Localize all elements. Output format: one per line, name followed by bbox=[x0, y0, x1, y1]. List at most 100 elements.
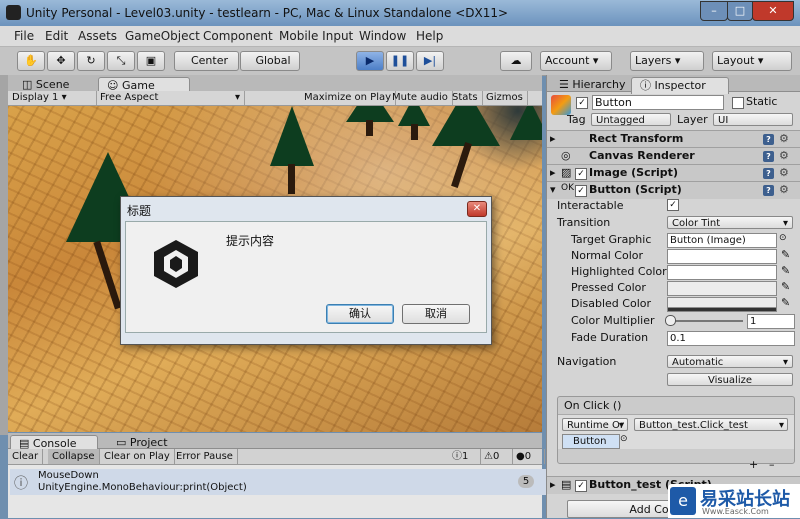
rect-tool-icon[interactable]: ▣ bbox=[137, 51, 165, 71]
tag-dropdown[interactable]: Untagged bbox=[591, 113, 671, 126]
button-enabled-checkbox[interactable]: ✓ bbox=[575, 185, 587, 197]
canvas-renderer-header[interactable]: ◎ Canvas Renderer ? ⚙ bbox=[547, 147, 800, 165]
rect-transform-header[interactable]: ▸ Rect Transform ? ⚙ bbox=[547, 130, 800, 148]
close-button[interactable]: ✕ bbox=[752, 1, 794, 21]
error-pause-toggle[interactable]: Error Pause bbox=[172, 449, 238, 464]
tag-label: Tag bbox=[567, 113, 586, 126]
maximize-on-play-toggle[interactable]: Maximize on Play bbox=[300, 91, 397, 105]
layers-dropdown[interactable]: Layers ▾ bbox=[630, 51, 704, 71]
color-multiplier-field[interactable]: 1 bbox=[747, 314, 795, 329]
step-button-icon[interactable]: ▶| bbox=[416, 51, 444, 71]
scene-game-tabbar: ◫ Scene ☺ Game bbox=[8, 75, 542, 94]
log-message: MouseDown bbox=[38, 470, 99, 481]
help-icon[interactable]: ? bbox=[763, 151, 774, 162]
error-icon: ● bbox=[516, 451, 525, 462]
object-picker-icon[interactable]: ⊙ bbox=[620, 434, 628, 444]
navigation-value: Automatic bbox=[672, 357, 724, 368]
menu-file[interactable]: File bbox=[14, 29, 34, 43]
button-script-header[interactable]: ▾ OK ✓ Button (Script) ? ⚙ bbox=[547, 181, 800, 199]
gear-icon[interactable]: ⚙ bbox=[779, 149, 789, 162]
cloud-icon[interactable]: ☁ bbox=[500, 51, 532, 71]
navigation-label: Navigation bbox=[557, 355, 617, 368]
global-local-toggle[interactable]: Global bbox=[240, 51, 300, 71]
error-filter-toggle[interactable]: ●0 bbox=[512, 449, 545, 464]
color-multiplier-slider-track[interactable] bbox=[669, 320, 743, 322]
target-graphic-field[interactable]: Button (Image) bbox=[667, 233, 777, 248]
tab-project-label: Project bbox=[129, 436, 168, 449]
menu-edit[interactable]: Edit bbox=[45, 29, 68, 43]
navigation-dropdown[interactable]: Automatic ▾ bbox=[667, 355, 793, 368]
visualize-button[interactable]: Visualize bbox=[667, 373, 793, 386]
menu-gameobject[interactable]: GameObject bbox=[125, 29, 200, 43]
button-test-enabled-checkbox[interactable]: ✓ bbox=[575, 480, 587, 492]
static-label: Static bbox=[746, 95, 778, 108]
eyedropper-icon[interactable]: ✎ bbox=[781, 248, 790, 261]
aspect-dropdown[interactable]: Free Aspect ▾ bbox=[96, 91, 245, 105]
highlighted-color-swatch[interactable] bbox=[667, 265, 777, 280]
target-graphic-label: Target Graphic bbox=[571, 233, 652, 246]
log-entry[interactable]: ⓘ MouseDown UnityEngine.MonoBehaviour:pr… bbox=[10, 469, 546, 495]
object-picker-icon[interactable]: ⊙ bbox=[779, 233, 787, 243]
color-multiplier-slider-handle[interactable] bbox=[665, 315, 676, 326]
collapse-toggle[interactable]: Collapse bbox=[48, 449, 100, 464]
add-event-button[interactable]: + bbox=[749, 458, 758, 471]
move-tool-icon[interactable]: ✥ bbox=[47, 51, 75, 71]
cancel-button[interactable]: 取消 bbox=[402, 304, 470, 324]
disabled-color-swatch[interactable] bbox=[667, 297, 777, 312]
confirm-button[interactable]: 确认 bbox=[326, 304, 394, 324]
pause-button-icon[interactable]: ❚❚ bbox=[386, 51, 414, 71]
warning-filter-toggle[interactable]: ⚠0 bbox=[480, 449, 513, 464]
clear-on-play-toggle[interactable]: Clear on Play bbox=[100, 449, 175, 464]
gear-icon[interactable]: ⚙ bbox=[779, 166, 789, 179]
onclick-target-object[interactable]: Button bbox=[562, 434, 620, 449]
stats-toggle[interactable]: Stats bbox=[448, 91, 483, 105]
active-checkbox[interactable]: ✓ bbox=[576, 97, 588, 109]
layer-dropdown[interactable]: UI bbox=[713, 113, 793, 126]
transition-dropdown[interactable]: Color Tint ▾ bbox=[667, 216, 793, 229]
menu-component[interactable]: Component bbox=[203, 29, 273, 43]
gear-icon[interactable]: ⚙ bbox=[779, 132, 789, 145]
account-dropdown[interactable]: Account ▾ bbox=[540, 51, 612, 71]
pivot-center-toggle[interactable]: Center bbox=[174, 51, 239, 71]
help-icon[interactable]: ? bbox=[763, 168, 774, 179]
mute-audio-toggle[interactable]: Mute audio bbox=[388, 91, 453, 105]
method-dropdown[interactable]: Button_test.Click_test ▾ bbox=[634, 418, 788, 431]
static-checkbox[interactable] bbox=[732, 97, 744, 109]
menu-mobile-input[interactable]: Mobile Input bbox=[279, 29, 353, 43]
play-button-icon[interactable]: ▶ bbox=[356, 51, 384, 71]
help-icon[interactable]: ? bbox=[763, 185, 774, 196]
tab-inspector[interactable]: ⓘ Inspector bbox=[631, 77, 729, 94]
gear-icon[interactable]: ⚙ bbox=[779, 183, 789, 196]
runtime-dropdown[interactable]: Runtime Or ▾ bbox=[562, 418, 628, 431]
scale-tool-icon[interactable]: ⤡ bbox=[107, 51, 135, 71]
eyedropper-icon[interactable]: ✎ bbox=[781, 264, 790, 277]
menu-assets[interactable]: Assets bbox=[78, 29, 117, 43]
display-dropdown[interactable]: Display 1 ▾ bbox=[8, 91, 97, 105]
remove-event-button[interactable]: – bbox=[769, 458, 775, 471]
menu-help[interactable]: Help bbox=[416, 29, 443, 43]
minimize-button[interactable]: – bbox=[700, 1, 728, 21]
image-script-header[interactable]: ▸ ▨ ✓ Image (Script) ? ⚙ bbox=[547, 164, 800, 182]
eyedropper-icon[interactable]: ✎ bbox=[781, 296, 790, 309]
tab-hierarchy[interactable]: ☰ Hierarchy bbox=[551, 77, 634, 93]
layout-dropdown[interactable]: Layout ▾ bbox=[712, 51, 792, 71]
eyedropper-icon[interactable]: ✎ bbox=[781, 280, 790, 293]
pressed-color-swatch[interactable] bbox=[667, 281, 777, 296]
maximize-button[interactable]: □ bbox=[727, 1, 753, 21]
clear-button[interactable]: Clear bbox=[8, 449, 44, 464]
interactable-checkbox[interactable]: ✓ bbox=[667, 199, 679, 211]
help-icon[interactable]: ? bbox=[763, 134, 774, 145]
menu-bar: File Edit Assets GameObject Component Mo… bbox=[0, 26, 800, 47]
menu-window[interactable]: Window bbox=[359, 29, 406, 43]
object-name-field[interactable]: Button bbox=[592, 95, 724, 110]
expand-arrow-icon: ▸ bbox=[550, 478, 556, 491]
hand-tool-icon[interactable]: ✋ bbox=[17, 51, 45, 71]
rotate-tool-icon[interactable]: ↻ bbox=[77, 51, 105, 71]
image-enabled-checkbox[interactable]: ✓ bbox=[575, 168, 587, 180]
fade-duration-field[interactable]: 0.1 bbox=[667, 331, 795, 346]
dialog-message: 提示内容 bbox=[226, 234, 275, 248]
normal-color-swatch[interactable] bbox=[667, 249, 777, 264]
dialog-close-button[interactable]: ✕ bbox=[467, 201, 487, 217]
info-filter-toggle[interactable]: ⓘ1 bbox=[448, 449, 481, 464]
gizmos-toggle[interactable]: Gizmos bbox=[482, 91, 528, 105]
